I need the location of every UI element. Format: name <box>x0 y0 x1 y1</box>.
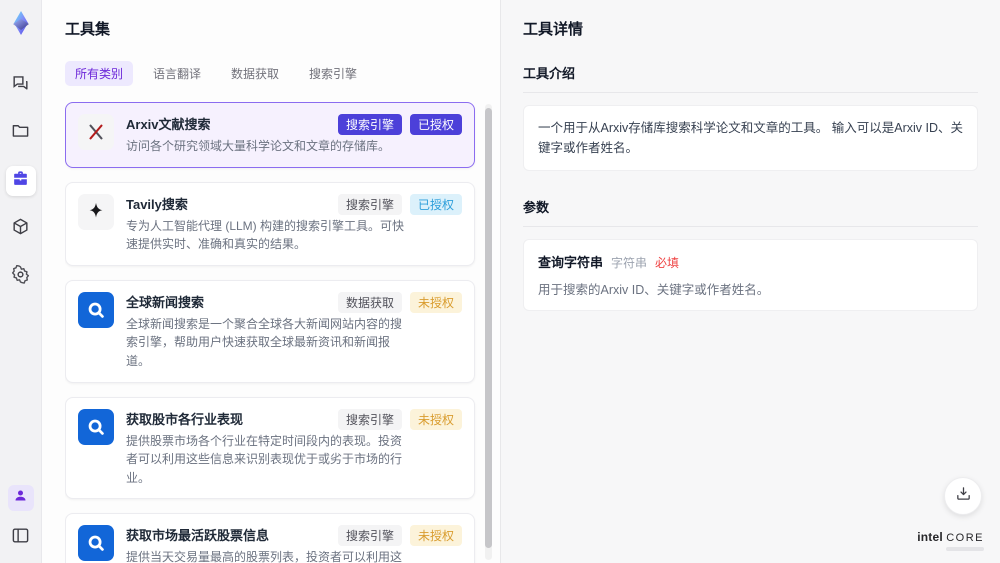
news-search-icon <box>78 291 114 328</box>
tool-description: 全球新闻搜索是一个聚合全球各大新闻网站内容的搜索引擎，帮助用户快速获取全球最新资… <box>126 316 403 368</box>
param-name: 查询字符串 <box>538 255 604 270</box>
tavily-star-icon <box>78 193 114 230</box>
param-required-flag: 必填 <box>655 256 680 270</box>
category-badge: 搜索引擎 <box>337 114 402 135</box>
tool-card-most-active-stocks[interactable]: 获取市场最活跃股票信息 提供当天交易量最高的股票列表，投资者可以利用这些信息来识… <box>65 513 475 563</box>
tool-list-panel: 工具集 所有类别 语言翻译 数据获取 搜索引擎 Arxiv文献搜索 访问各个研究… <box>42 0 500 563</box>
tool-description: 访问各个研究领域大量科学论文和文章的存储库。 <box>126 139 391 153</box>
sidebar-item-tools[interactable] <box>5 166 36 196</box>
auth-status-badge: 未授权 <box>409 408 462 430</box>
cube-icon <box>11 217 30 241</box>
tool-description: 专为人工智能代理 (LLM) 构建的搜索引擎工具。可快速提供实时、准确和真实的结… <box>126 218 405 252</box>
app-logo-icon <box>8 10 34 36</box>
tab-search-engine[interactable]: 搜索引擎 <box>299 61 367 86</box>
panel-toggle-icon <box>11 526 30 550</box>
intro-text: 一个用于从Arxiv存储库搜索科学论文和文章的工具。 输入可以是Arxiv ID… <box>538 121 964 155</box>
tool-description: 提供当天交易量最高的股票列表，投资者可以利用这些信息来识别流动性强的股票和潜在的… <box>126 550 403 563</box>
params-section-heading: 参数 <box>523 197 978 227</box>
briefcase-icon <box>11 169 30 193</box>
tool-detail-panel: 工具详情 工具介绍 一个用于从Arxiv存储库搜索科学论文和文章的工具。 输入可… <box>500 0 1000 563</box>
brand-core-text: CORE <box>946 532 984 544</box>
page-title: 工具集 <box>65 21 111 38</box>
sidebar-item-files[interactable] <box>6 118 36 148</box>
category-tabs: 所有类别 语言翻译 数据获取 搜索引擎 <box>65 61 500 86</box>
tool-card-tavily[interactable]: Tavily搜索 专为人工智能代理 (LLM) 构建的搜索引擎工具。可快速提供实… <box>65 181 475 266</box>
tool-description: 提供股票市场各个行业在特定时间段内的表现。投资者可以利用这些信息来识别表现优于或… <box>126 433 403 485</box>
download-button[interactable] <box>944 477 982 515</box>
brand-subtext-bar <box>946 547 984 551</box>
download-icon <box>955 485 972 507</box>
tool-list: Arxiv文献搜索 访问各个研究领域大量科学论文和文章的存储库。 搜索引擎 已授… <box>65 102 500 563</box>
app-window: 工具集 所有类别 语言翻译 数据获取 搜索引擎 Arxiv文献搜索 访问各个研究… <box>0 0 1000 563</box>
auth-status-badge: 已授权 <box>409 114 462 135</box>
sidebar-item-chat[interactable] <box>6 70 36 100</box>
intro-card: 一个用于从Arxiv存储库搜索科学论文和文章的工具。 输入可以是Arxiv ID… <box>523 105 978 171</box>
category-badge: 搜索引擎 <box>337 525 402 547</box>
sidebar-item-models[interactable] <box>6 214 36 244</box>
tool-card-global-news[interactable]: 全球新闻搜索 全球新闻搜索是一个聚合全球各大新闻网站内容的搜索引擎，帮助用户快速… <box>65 279 475 383</box>
sidebar-item-settings[interactable] <box>6 262 36 292</box>
tab-language-translation[interactable]: 语言翻译 <box>143 61 211 86</box>
intel-core-logo: intel CORE <box>917 530 984 551</box>
detail-title: 工具详情 <box>523 21 584 38</box>
param-type: 字符串 <box>611 256 648 270</box>
list-scrollbar <box>485 104 492 560</box>
gear-icon <box>11 264 30 289</box>
category-badge: 搜索引擎 <box>337 408 402 430</box>
param-description: 用于搜索的Arxiv ID、关键字或作者姓名。 <box>538 283 770 297</box>
category-badge: 搜索引擎 <box>337 193 402 215</box>
auth-status-badge: 已授权 <box>409 193 462 215</box>
auth-status-badge: 未授权 <box>409 525 462 547</box>
tab-all-categories[interactable]: 所有类别 <box>65 61 134 86</box>
arxiv-x-icon <box>78 114 114 150</box>
chat-icon <box>11 73 30 97</box>
scrollbar-thumb[interactable] <box>485 108 492 548</box>
collapse-panel-button[interactable] <box>6 523 36 553</box>
tool-card-sector-performance[interactable]: 获取股市各行业表现 提供股票市场各个行业在特定时间段内的表现。投资者可以利用这些… <box>65 396 475 500</box>
user-icon <box>13 488 28 508</box>
tab-data-acquisition[interactable]: 数据获取 <box>221 61 289 86</box>
auth-status-badge: 未授权 <box>409 291 462 313</box>
user-avatar[interactable] <box>7 485 34 511</box>
stock-search-icon <box>78 408 114 445</box>
folder-icon <box>11 121 30 145</box>
brand-intel-text: intel <box>917 530 943 544</box>
category-badge: 数据获取 <box>337 291 402 313</box>
tool-card-arxiv[interactable]: Arxiv文献搜索 访问各个研究领域大量科学论文和文章的存储库。 搜索引擎 已授… <box>65 102 475 168</box>
intro-section-heading: 工具介绍 <box>523 63 978 93</box>
param-card: 查询字符串 字符串 必填 用于搜索的Arxiv ID、关键字或作者姓名。 <box>523 239 978 311</box>
sidebar-rail <box>0 0 42 563</box>
stock-search-icon <box>78 525 114 562</box>
